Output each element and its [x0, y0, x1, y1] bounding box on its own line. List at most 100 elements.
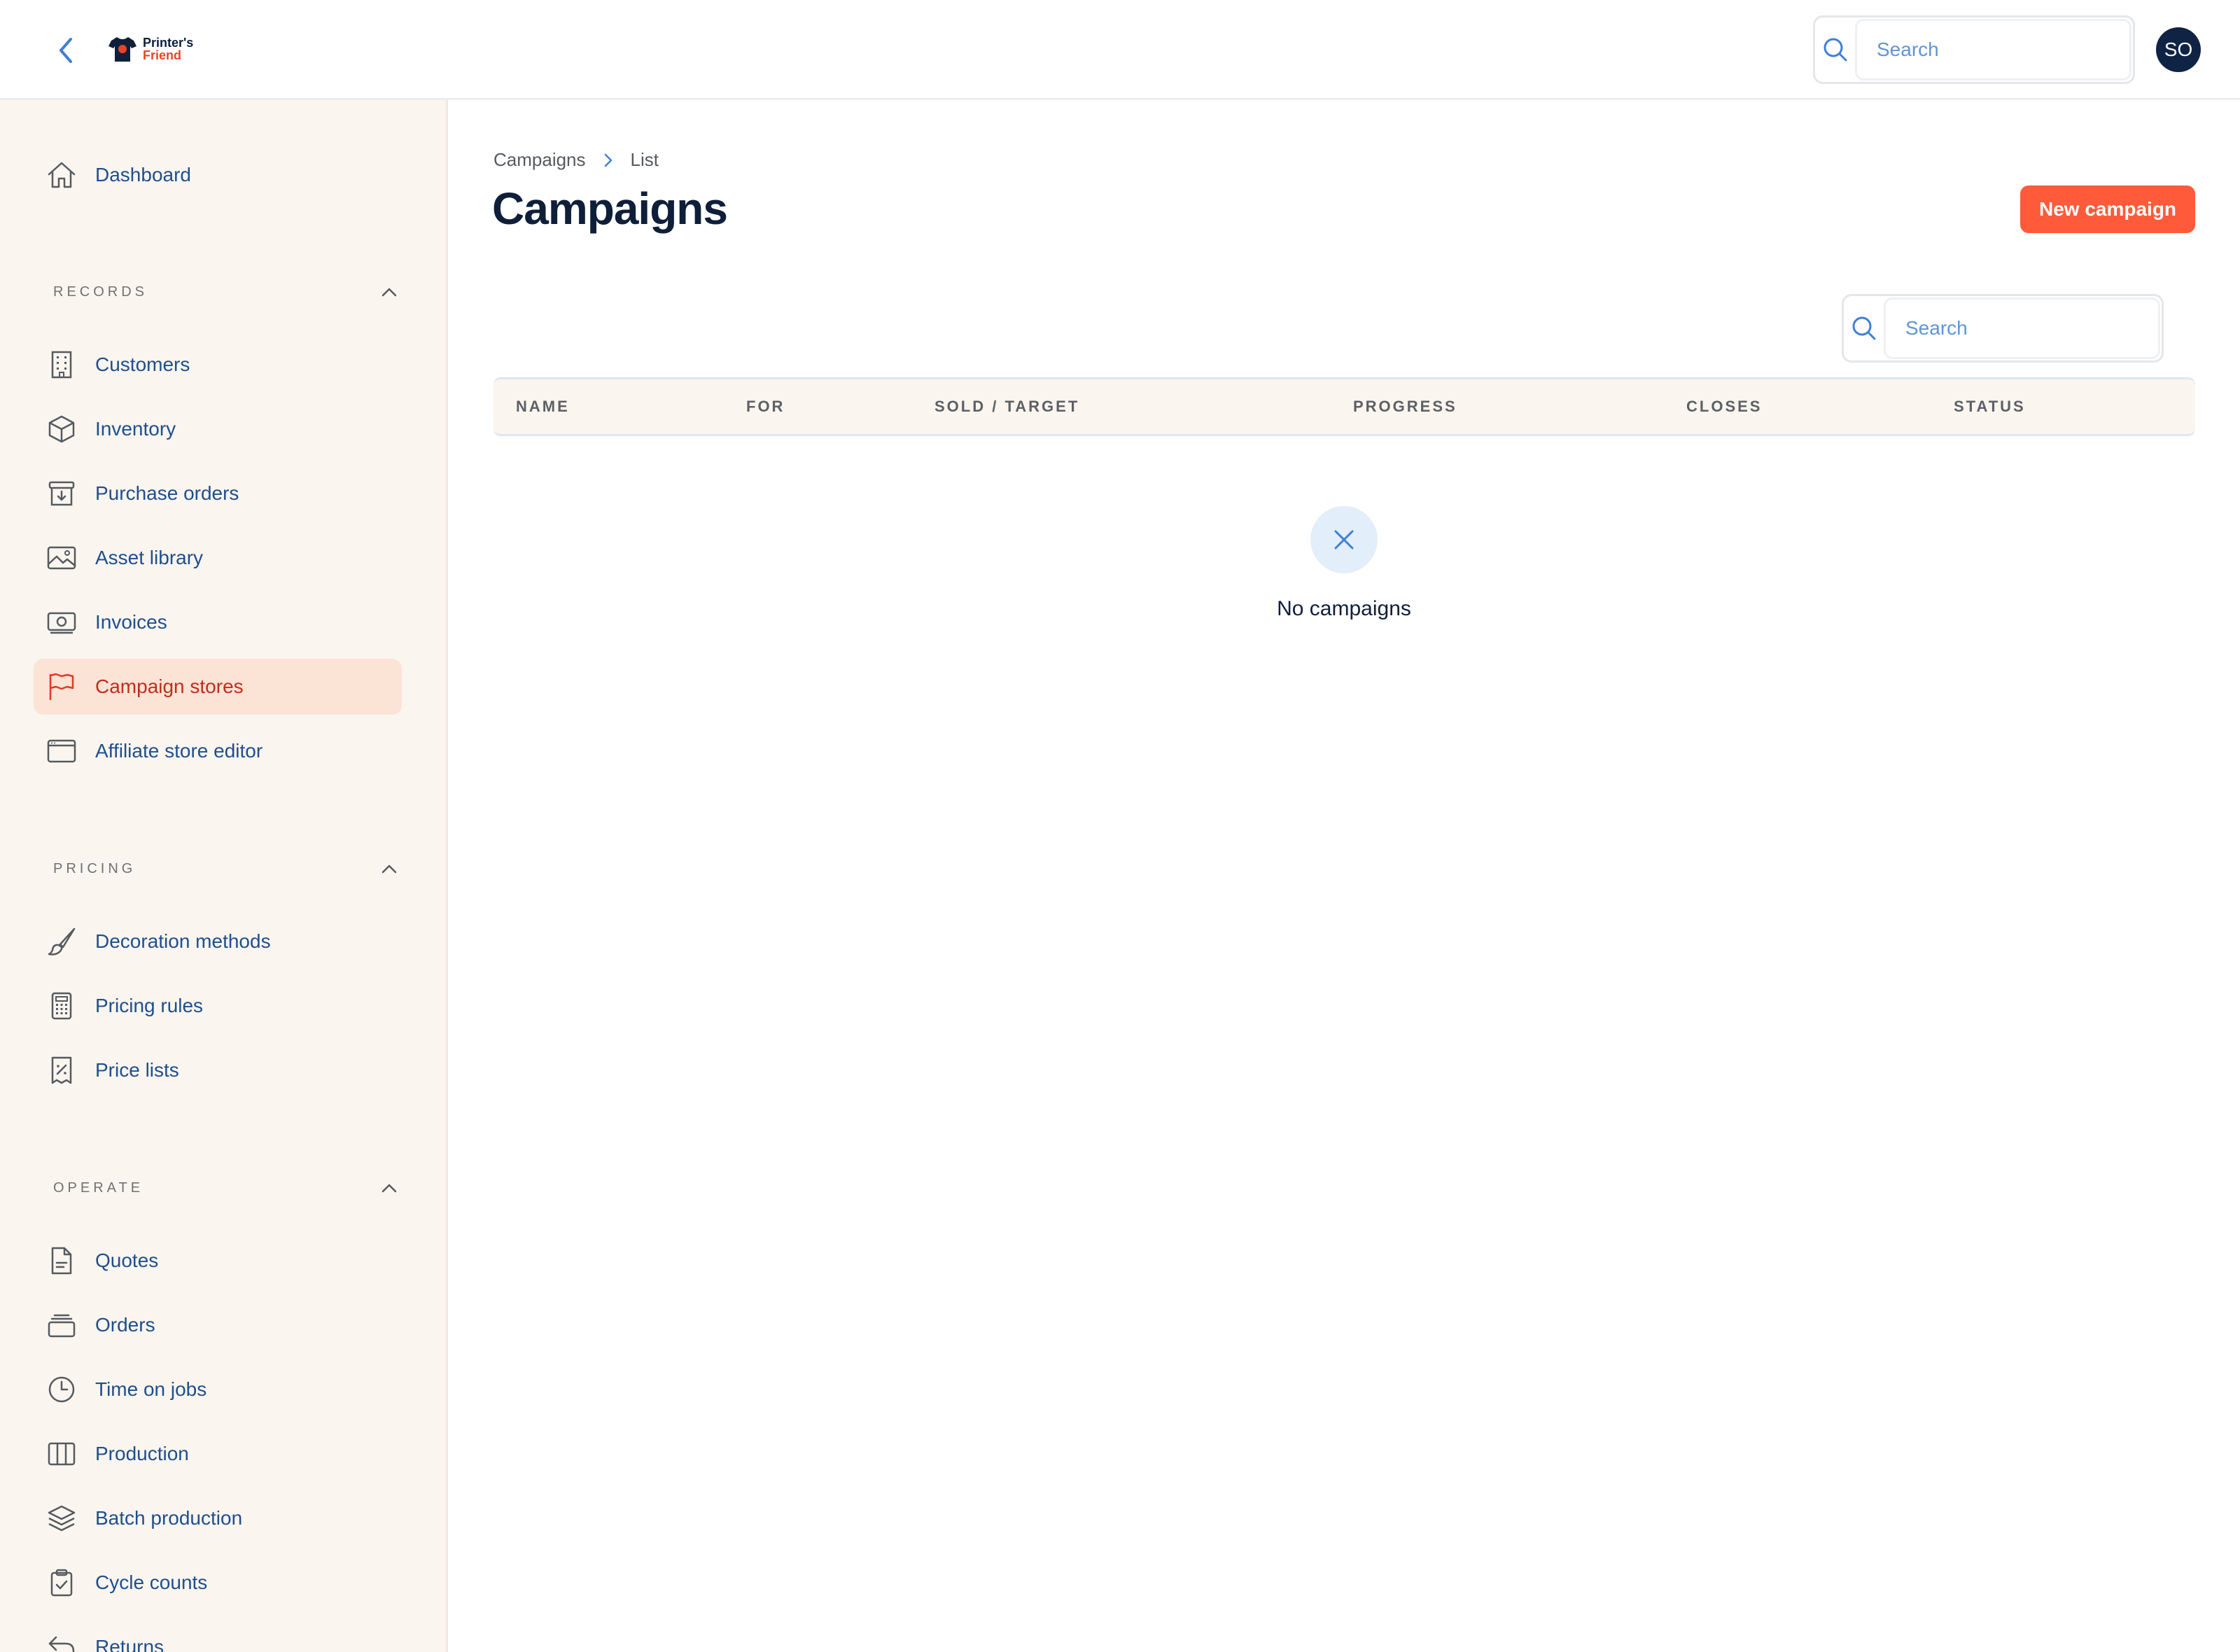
- empty-state-icon: [1310, 506, 1378, 573]
- search-icon: [1852, 316, 1875, 340]
- section-header-operate: OPERATE: [53, 1174, 403, 1202]
- sidebar-item-label: Cycle counts: [95, 1572, 208, 1593]
- chevron-left-icon: [59, 38, 72, 63]
- empty-state-text: No campaigns: [1277, 597, 1411, 620]
- sidebar-item-dashboard[interactable]: Dashboard: [34, 147, 402, 203]
- sidebar-item-label: Invoices: [95, 611, 167, 633]
- search-icon: [1823, 38, 1847, 62]
- top-bar: Printer's Friend SO: [0, 0, 2240, 100]
- sidebar-item-customers[interactable]: Customers: [34, 337, 402, 393]
- sidebar-item-decoration-methods[interactable]: Decoration methods: [34, 913, 402, 969]
- breadcrumb-current: List: [630, 149, 659, 170]
- sidebar-item-label: Orders: [95, 1314, 155, 1336]
- sidebar-item-label: Batch production: [95, 1507, 243, 1529]
- sidebar-item-label: Returns: [95, 1636, 164, 1652]
- collapse-pricing-button[interactable]: [375, 855, 403, 883]
- layers-icon: [34, 1490, 90, 1546]
- section-title: OPERATE: [53, 1180, 144, 1196]
- sidebar-item-label: Campaign stores: [95, 676, 244, 697]
- sidebar-item-label: Time on jobs: [95, 1378, 207, 1400]
- table-search-input[interactable]: [1884, 298, 2160, 359]
- t-shirt-logo-icon: [108, 37, 136, 62]
- sidebar-item-batch-production[interactable]: Batch production: [34, 1490, 402, 1546]
- paint-brush-icon: [34, 913, 90, 969]
- sidebar-item-label: Asset library: [95, 547, 204, 568]
- sidebar-item-cycle-counts[interactable]: Cycle counts: [34, 1555, 402, 1611]
- logo-line-1: Printer's: [143, 36, 194, 50]
- sidebar-item-quotes[interactable]: Quotes: [34, 1233, 402, 1289]
- section-title: RECORDS: [53, 284, 148, 300]
- main-content: Campaigns List Campaigns New campaign NA…: [450, 100, 2240, 1652]
- chevron-up-icon: [382, 1184, 397, 1193]
- sidebar-item-pricing-rules[interactable]: Pricing rules: [34, 978, 402, 1034]
- archive-box-icon: [34, 465, 90, 522]
- column-header-name[interactable]: NAME: [516, 379, 570, 434]
- column-header-sold-target[interactable]: SOLD / TARGET: [934, 379, 1079, 434]
- chevron-up-icon: [382, 864, 397, 874]
- sidebar-item-invoices[interactable]: Invoices: [34, 594, 402, 650]
- chevron-up-icon: [382, 288, 397, 297]
- calculator-icon: [34, 978, 90, 1034]
- sidebar-item-orders[interactable]: Orders: [34, 1297, 402, 1353]
- sidebar-item-inventory[interactable]: Inventory: [34, 401, 402, 457]
- user-avatar[interactable]: SO: [2156, 27, 2201, 72]
- sidebar-item-label: Quotes: [95, 1250, 159, 1271]
- logo-line-2: Friend: [143, 48, 182, 62]
- receipt-percent-icon: [34, 1042, 90, 1098]
- clipboard-check-icon: [34, 1555, 90, 1611]
- document-icon: [34, 1233, 90, 1289]
- section-header-records: RECORDS: [53, 278, 403, 306]
- home-icon: [34, 147, 90, 203]
- page-title: Campaigns: [492, 183, 728, 234]
- sidebar: Dashboard RECORDS Customers Inventory Pu…: [0, 100, 448, 1652]
- sidebar-item-label: Price lists: [95, 1059, 179, 1081]
- sidebar-item-time-on-jobs[interactable]: Time on jobs: [34, 1362, 402, 1418]
- sidebar-item-asset-library[interactable]: Asset library: [34, 530, 402, 586]
- columns-icon: [34, 1426, 90, 1482]
- banknote-icon: [34, 594, 90, 650]
- building-icon: [34, 337, 90, 393]
- flag-icon: [34, 659, 90, 715]
- table-header: NAME FOR SOLD / TARGET PROGRESS CLOSES S…: [493, 377, 2195, 436]
- table-search-button[interactable]: [1844, 296, 1884, 360]
- section-title: PRICING: [53, 860, 136, 876]
- section-header-pricing: PRICING: [53, 855, 403, 883]
- back-button[interactable]: [49, 34, 83, 67]
- column-header-status[interactable]: STATUS: [1954, 379, 2026, 434]
- x-mark-icon: [1334, 530, 1354, 550]
- breadcrumb-campaigns-link[interactable]: Campaigns: [493, 149, 586, 171]
- sidebar-item-label: Pricing rules: [95, 995, 204, 1016]
- collapse-operate-button[interactable]: [375, 1174, 403, 1202]
- sidebar-item-price-lists[interactable]: Price lists: [34, 1042, 402, 1098]
- new-campaign-button[interactable]: New campaign: [2020, 186, 2195, 233]
- cube-icon: [34, 401, 90, 457]
- image-icon: [34, 530, 90, 586]
- sidebar-item-label: Inventory: [95, 418, 176, 440]
- sidebar-item-affiliate-store-editor[interactable]: Affiliate store editor: [34, 723, 402, 779]
- global-search-button[interactable]: [1815, 18, 1855, 82]
- app-logo[interactable]: Printer's Friend: [108, 35, 193, 63]
- stack-icon: [34, 1297, 90, 1353]
- collapse-records-button[interactable]: [375, 278, 403, 306]
- clock-icon: [34, 1362, 90, 1418]
- table-search: [1842, 294, 2164, 363]
- sidebar-item-purchase-orders[interactable]: Purchase orders: [34, 465, 402, 522]
- column-header-progress[interactable]: PROGRESS: [1353, 379, 1457, 434]
- sidebar-item-production[interactable]: Production: [34, 1426, 402, 1482]
- breadcrumb: Campaigns List: [493, 149, 659, 171]
- column-header-for[interactable]: FOR: [746, 379, 785, 434]
- browser-window-icon: [34, 723, 90, 779]
- sidebar-item-label: Production: [95, 1443, 189, 1464]
- chevron-right-icon: [604, 153, 612, 167]
- sidebar-item-label: Dashboard: [95, 164, 191, 186]
- global-search: [1813, 15, 2135, 84]
- column-header-closes[interactable]: CLOSES: [1686, 379, 1762, 434]
- return-arrow-icon: [34, 1619, 90, 1652]
- sidebar-item-campaign-stores[interactable]: Campaign stores: [34, 659, 402, 715]
- global-search-input[interactable]: [1855, 19, 2132, 80]
- sidebar-item-returns[interactable]: Returns: [34, 1619, 402, 1652]
- sidebar-item-label: Affiliate store editor: [95, 740, 263, 762]
- sidebar-item-label: Customers: [95, 354, 190, 375]
- sidebar-item-label: Purchase orders: [95, 482, 239, 504]
- sidebar-item-label: Decoration methods: [95, 930, 271, 952]
